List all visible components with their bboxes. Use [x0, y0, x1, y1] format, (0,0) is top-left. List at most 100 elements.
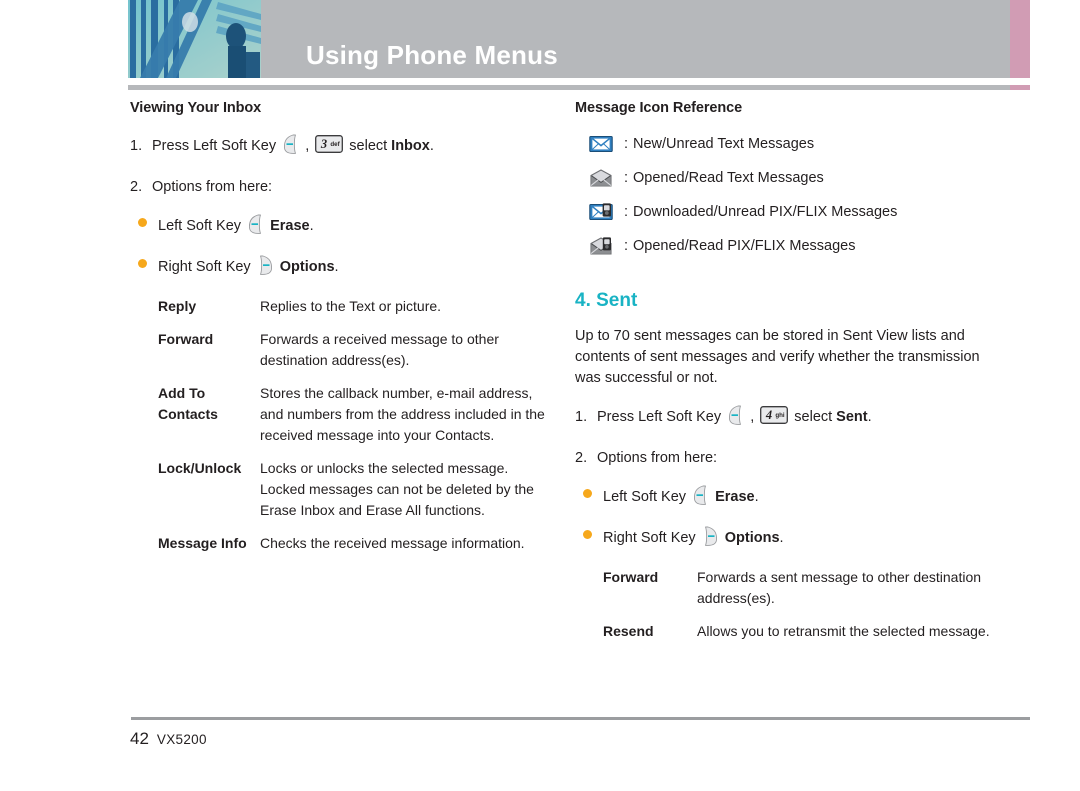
message-icon-label: Opened/Read Text Messages: [633, 170, 824, 186]
bullet-text: Right Soft Key Options.: [158, 255, 339, 281]
bullet-dot-icon: [138, 213, 158, 233]
step-text-bold: Sent: [836, 409, 868, 425]
message-icon-reference-heading: Message Icon Reference: [575, 100, 743, 116]
bullet-text-pre: Right Soft Key: [158, 259, 251, 275]
opened-read-pixflix-message-icon: [589, 237, 619, 255]
viewing-your-inbox-heading: Viewing Your Inbox: [130, 100, 262, 116]
right-column: Message Icon Reference : New/Unread Text…: [575, 100, 990, 654]
message-icon-row: : Opened/Read PIX/FLIX Messages: [575, 236, 990, 256]
footer-divider: [131, 717, 1030, 720]
step-text-post: .: [429, 138, 434, 154]
svg-text:ghi: ghi: [776, 412, 786, 419]
step-number: 2.: [130, 179, 143, 195]
left-soft-key-icon: [727, 405, 744, 431]
message-icon-label: Downloaded/Unread PIX/FLIX Messages: [633, 204, 898, 220]
left-soft-key-icon: [247, 214, 264, 240]
message-icon-colon: :: [623, 238, 629, 254]
header-divider: [128, 85, 1030, 90]
option-term: Forward: [158, 331, 214, 347]
step-text-pre: Press Left Soft Key: [597, 409, 722, 425]
number-key-3-def-icon: 3 def: [315, 135, 344, 159]
step-text-pre: Press Left Soft Key: [152, 138, 277, 154]
option-row: Reply Replies to the Text or picture.: [130, 296, 545, 317]
header-divider-pink: [1010, 85, 1030, 90]
option-description: Stores the callback number, e-mail addre…: [260, 385, 545, 443]
bullet-item: Left Soft Key Erase.: [130, 214, 545, 240]
left-soft-key-icon: [692, 485, 709, 511]
downloaded-unread-pixflix-message-icon: [589, 203, 619, 221]
bullet-dot-icon: [583, 525, 603, 545]
bullet-text-post: .: [334, 259, 339, 275]
step-text-bold: Inbox: [391, 138, 430, 154]
option-term: Reply: [158, 298, 197, 314]
header-divider-gray: [128, 85, 1010, 90]
svg-text:3: 3: [320, 137, 327, 151]
bullet-text-pre: Left Soft Key: [603, 489, 687, 505]
bullet-text-pre: Right Soft Key: [603, 530, 696, 546]
option-term: Lock/Unlock: [158, 460, 242, 476]
option-row: Lock/Unlock Locks or unlocks the selecte…: [130, 458, 545, 521]
bullet-dot-icon: [583, 484, 603, 504]
bullet-text-post: .: [309, 218, 314, 234]
sent-options-list: Forward Forwards a sent message to other…: [575, 567, 990, 642]
message-icon-row: : Opened/Read Text Messages: [575, 168, 990, 188]
page-footer: 42 VX5200: [130, 729, 207, 749]
bullet-text-bold: Erase: [270, 218, 310, 234]
page-header: Using Phone Menus: [128, 0, 1030, 78]
new-unread-text-message-icon: [589, 135, 619, 153]
option-row: Message Info Checks the received message…: [130, 533, 545, 554]
page-title: Using Phone Menus: [306, 40, 558, 70]
option-description: Replies to the Text or picture.: [260, 298, 442, 314]
bullet-text-pre: Left Soft Key: [158, 218, 242, 234]
option-row: Forward Forwards a sent message to other…: [575, 567, 990, 609]
bullet-item: Left Soft Key Erase.: [575, 485, 990, 511]
message-icon-colon: :: [623, 136, 629, 152]
right-soft-key-icon: [702, 526, 719, 552]
option-description: Forwards a sent message to other destina…: [697, 569, 982, 606]
step-text-post: .: [867, 409, 872, 425]
device-model: VX5200: [156, 732, 207, 747]
bullet-text-bold: Options: [279, 259, 335, 275]
message-icon-row: : Downloaded/Unread PIX/FLIX Messages: [575, 202, 990, 222]
step-row: 1. Press Left Soft Key , 3 def select Inb…: [130, 134, 545, 160]
option-term: Forward: [603, 569, 659, 585]
step-row: 2. Options from here:: [130, 177, 545, 197]
step-text: Options from here:: [597, 450, 718, 466]
header-pink-accent: [1010, 0, 1030, 78]
bullet-dot-icon: [138, 254, 158, 274]
option-term: Resend: [603, 623, 654, 639]
bullet-text-bold: Options: [724, 530, 780, 546]
step-number: 2.: [575, 450, 588, 466]
option-description: Forwards a received message to other des…: [260, 331, 499, 368]
bullet-item: Right Soft Key Options.: [575, 526, 990, 552]
message-icon-list: : New/Unread Text Messages : Opened/Read…: [575, 134, 990, 256]
option-description: Locks or unlocks the selected message. L…: [260, 460, 534, 518]
step-row: 2. Options from here:: [575, 448, 990, 468]
option-row: Add To Contacts Stores the callback numb…: [130, 383, 545, 446]
opened-read-text-message-icon: [589, 169, 619, 187]
svg-text:def: def: [331, 141, 341, 148]
inbox-options-list: Reply Replies to the Text or picture. Fo…: [130, 296, 545, 554]
step-text-mid: select: [794, 409, 833, 425]
option-term: Message Info: [158, 535, 247, 551]
bullet-item: Right Soft Key Options.: [130, 255, 545, 281]
sent-section-heading: 4. Sent: [575, 290, 638, 311]
header-photo: [128, 0, 261, 78]
option-row: Resend Allows you to retransmit the sele…: [575, 621, 990, 642]
bullet-text-post: .: [754, 489, 759, 505]
message-icon-colon: :: [623, 170, 629, 186]
option-row: Forward Forwards a received message to o…: [130, 329, 545, 371]
step-number: 1.: [130, 138, 143, 154]
bullet-text: Left Soft Key Erase.: [603, 485, 759, 511]
step-comma: ,: [305, 138, 310, 154]
step-text: Press Left Soft Key , 3 def select Inbox.: [152, 134, 545, 160]
svg-text:4: 4: [765, 408, 772, 422]
step-text: Press Left Soft Key , 4 ghi select Sent.: [597, 405, 990, 431]
message-icon-colon: :: [623, 204, 629, 220]
step-text-mid: select: [349, 138, 388, 154]
bullet-text: Left Soft Key Erase.: [158, 214, 314, 240]
option-description: Checks the received message information.: [260, 535, 525, 551]
step-number: 1.: [575, 409, 588, 425]
bullet-text: Right Soft Key Options.: [603, 526, 784, 552]
option-term: Add To Contacts: [158, 385, 218, 422]
